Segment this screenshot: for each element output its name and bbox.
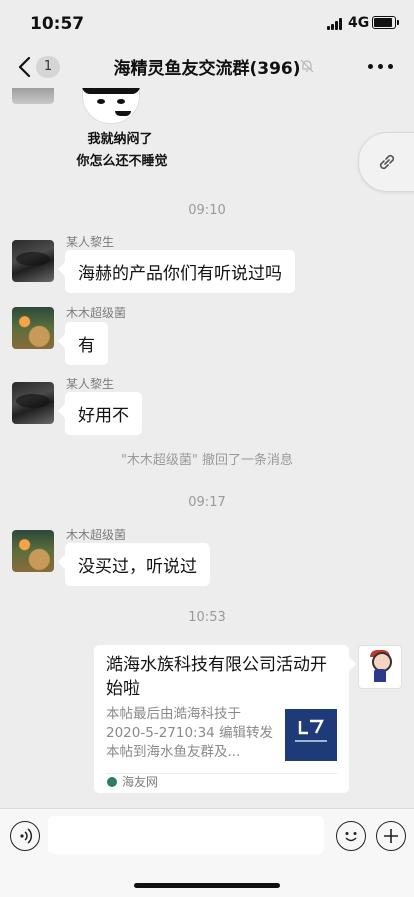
sender-name: 某人黎生 — [66, 235, 115, 249]
avatar[interactable] — [12, 88, 54, 104]
link-icon — [379, 154, 395, 170]
avatar[interactable] — [12, 240, 54, 282]
sticker-text: 我就纳闷了 — [87, 132, 153, 147]
card-description: 本帖最后由澔海科技于 2020-5-2710:34 编辑转发本帖到海水鱼友群及.… — [106, 706, 274, 760]
avatar[interactable] — [12, 382, 54, 424]
unread-badge[interactable]: 1 — [36, 56, 60, 78]
emoji-icon[interactable] — [336, 821, 366, 851]
status-time: 10:57 — [30, 14, 85, 34]
floating-link-button[interactable] — [358, 132, 414, 192]
plus-icon[interactable] — [376, 821, 406, 851]
chat-title: 海精灵鱼友交流群(396) — [113, 59, 301, 79]
sender-name: 某人黎生 — [66, 377, 115, 391]
signal-icon — [327, 18, 343, 30]
chevron-left-icon[interactable] — [14, 54, 38, 80]
nav-bar: 1 海精灵鱼友交流群(396) — [0, 46, 414, 88]
network-type: 4G — [348, 15, 370, 31]
timestamp: 09:17 — [188, 495, 226, 510]
message-input[interactable] — [48, 816, 324, 854]
status-bar: 10:57 4G — [0, 0, 414, 46]
link-card[interactable]: 澔海水族科技有限公司活动开始啦 本帖最后由澔海科技于 2020-5-2710:3… — [94, 645, 349, 793]
card-title: 澔海水族科技有限公司活动开始啦 — [106, 655, 327, 699]
card-thumbnail — [285, 709, 337, 761]
voice-icon[interactable] — [10, 821, 40, 851]
input-bar — [0, 808, 414, 897]
avatar[interactable] — [358, 645, 402, 689]
more-dots-icon[interactable] — [368, 64, 394, 70]
sticker-text: 你怎么还不睡觉 — [76, 154, 168, 169]
message-bubble[interactable]: 好用不 — [65, 392, 142, 435]
timestamp: 09:10 — [188, 203, 226, 218]
avatar[interactable] — [12, 307, 54, 349]
message-bubble[interactable]: 没买过，听说过 — [65, 543, 210, 586]
home-indicator — [134, 883, 280, 888]
brand-logo-icon — [298, 719, 324, 735]
message-bubble[interactable]: 海赫的产品你们有听说过吗 — [65, 250, 295, 293]
sticker-message[interactable]: 我就纳闷了 你怎么还不睡觉 — [70, 88, 170, 174]
card-source: 海友网 — [122, 775, 159, 789]
sender-name: 木木超级菌 — [66, 528, 127, 542]
mute-bell-icon — [300, 59, 314, 73]
message-bubble[interactable]: 有 — [65, 322, 108, 365]
timestamp: 10:53 — [188, 610, 226, 625]
recall-notice: "木木超级菌" 撤回了一条消息 — [120, 453, 294, 468]
battery-icon — [372, 16, 399, 29]
avatar[interactable] — [12, 530, 54, 572]
source-icon — [107, 777, 117, 787]
chat-area[interactable]: 我就纳闷了 你怎么还不睡觉 09:10 某人黎生 海赫的产品你们有听说过吗 木木… — [0, 88, 414, 808]
sender-name: 木木超级菌 — [66, 306, 127, 320]
